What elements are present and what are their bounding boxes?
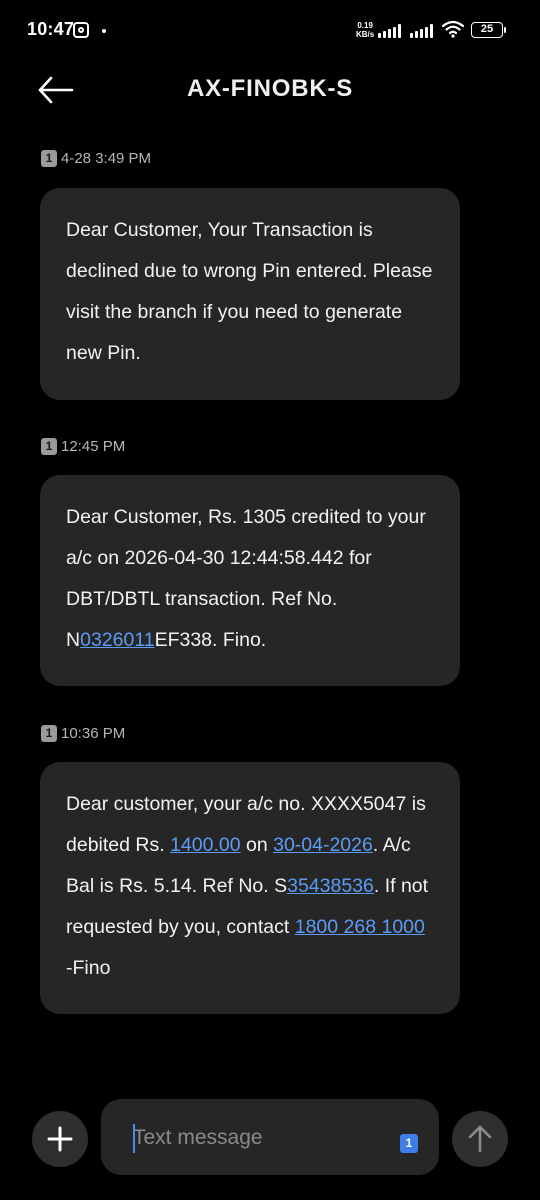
send-button[interactable] — [452, 1111, 508, 1167]
message-bubble[interactable]: Dear Customer, Rs. 1305 credited to your… — [40, 475, 460, 686]
sim-selector[interactable]: 1 — [400, 1134, 418, 1153]
amount-link[interactable]: 1400.00 — [170, 834, 241, 856]
header: AX-FINOBK-S — [0, 60, 540, 120]
message-text: on — [240, 834, 274, 856]
network-speed-unit: KB/s — [356, 30, 375, 39]
message-timestamp: 12:45 PM — [61, 438, 126, 455]
message-input[interactable]: Text message 1 — [101, 1099, 439, 1175]
add-attachment-button[interactable] — [32, 1111, 88, 1167]
message-timestamp: 10:36 PM — [61, 725, 126, 742]
signal-icon — [378, 24, 404, 38]
notification-dot-icon — [102, 29, 106, 33]
battery-icon: 25 — [471, 22, 506, 38]
conversation-title: AX-FINOBK-S — [186, 75, 354, 102]
screen: 10:47 0.19 KB/s 25 AX-FINOBK-S 1 4-28 3:… — [0, 0, 540, 1200]
plus-icon — [47, 1126, 73, 1152]
message-bubble[interactable]: Dear customer, your a/c no. XXXX5047 is … — [40, 762, 460, 1014]
status-time: 10:47 — [27, 19, 75, 39]
arrow-up-icon — [468, 1125, 492, 1153]
sim-badge: 1 — [41, 725, 57, 742]
message-timestamp: 4-28 3:49 PM — [61, 150, 152, 167]
message-input-placeholder: Text message — [133, 1126, 263, 1149]
network-speed: 0.19 KB/s — [356, 21, 374, 39]
wifi-icon — [442, 20, 464, 38]
message-meta: 1 4-28 3:49 PM — [41, 150, 151, 167]
sim-badge: 1 — [41, 438, 57, 455]
instagram-icon — [73, 22, 89, 38]
composer: Text message 1 — [0, 1095, 540, 1175]
date-link[interactable]: 30-04-2026 — [273, 834, 373, 856]
reference-link[interactable]: 35438536 — [287, 875, 374, 897]
message-text: -Fino — [66, 957, 111, 979]
network-speed-value: 0.19 — [357, 21, 373, 30]
message-bubble[interactable]: Dear Customer, Your Transaction is decli… — [40, 188, 460, 400]
phone-link[interactable]: 1800 268 1000 — [295, 916, 425, 938]
message-link[interactable]: 0326011 — [80, 629, 154, 651]
message-text: Dear Customer, Your Transaction is decli… — [66, 219, 433, 364]
sim-badge: 1 — [41, 150, 57, 167]
status-bar: 10:47 0.19 KB/s 25 — [0, 0, 540, 60]
signal-icon — [410, 24, 436, 38]
message-text: EF338. Fino. — [154, 629, 267, 651]
message-meta: 1 10:36 PM — [41, 725, 125, 742]
message-meta: 1 12:45 PM — [41, 438, 125, 455]
